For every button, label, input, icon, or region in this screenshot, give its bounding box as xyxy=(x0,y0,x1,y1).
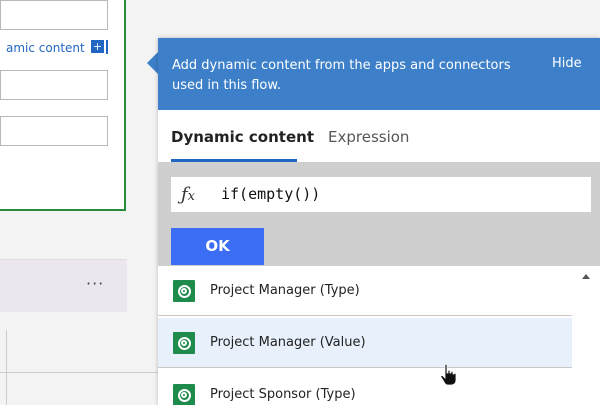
list-item-label: Project Manager (Type) xyxy=(210,283,360,298)
tab-dynamic-content[interactable]: Dynamic content xyxy=(171,128,314,146)
add-dynamic-content-plus-icon[interactable]: + xyxy=(91,40,104,53)
function-icon: ƒx xyxy=(181,184,196,205)
list-item-label: Project Sponsor (Type) xyxy=(210,387,356,402)
add-dynamic-content-link[interactable]: amic content xyxy=(6,41,85,55)
dataverse-icon xyxy=(173,384,195,405)
expression-value: if(empty()) xyxy=(221,185,321,203)
list-item[interactable]: Project Manager (Value) xyxy=(158,318,572,368)
more-options-icon[interactable]: ··· xyxy=(86,274,104,293)
connector-line xyxy=(6,330,7,405)
list-item[interactable]: Project Manager (Type) xyxy=(158,266,572,316)
dataverse-icon xyxy=(173,332,195,354)
panel-header: Add dynamic content from the apps and co… xyxy=(158,38,600,110)
list-item[interactable]: Project Sponsor (Type) xyxy=(158,370,572,405)
tab-expression[interactable]: Expression xyxy=(328,128,409,146)
text-field-top[interactable] xyxy=(0,0,108,30)
text-field-2[interactable] xyxy=(0,70,108,100)
text-field-3[interactable] xyxy=(0,116,108,146)
hide-button[interactable]: Hide xyxy=(552,56,582,71)
panel-pointer xyxy=(147,52,158,74)
list-item-label: Project Manager (Value) xyxy=(210,335,366,350)
hand-cursor-icon xyxy=(440,364,456,386)
scrollbar[interactable] xyxy=(576,266,598,405)
divider-line xyxy=(0,372,158,373)
action-card: amic content + xyxy=(0,0,126,211)
dynamic-content-list: Project Manager (Type) Project Manager (… xyxy=(158,266,600,405)
expression-input[interactable]: ƒx if(empty()) xyxy=(171,177,591,212)
action-row[interactable] xyxy=(0,259,127,312)
panel-tabs: Dynamic content Expression xyxy=(158,110,600,162)
dynamic-content-divider xyxy=(106,40,108,54)
scroll-up-icon[interactable] xyxy=(582,274,590,279)
header-description: Add dynamic content from the apps and co… xyxy=(172,58,511,93)
ok-button[interactable]: OK xyxy=(171,228,264,265)
expression-area: ƒx if(empty()) OK xyxy=(158,162,600,266)
dataverse-icon xyxy=(173,280,195,302)
dynamic-content-panel: Add dynamic content from the apps and co… xyxy=(158,38,600,405)
